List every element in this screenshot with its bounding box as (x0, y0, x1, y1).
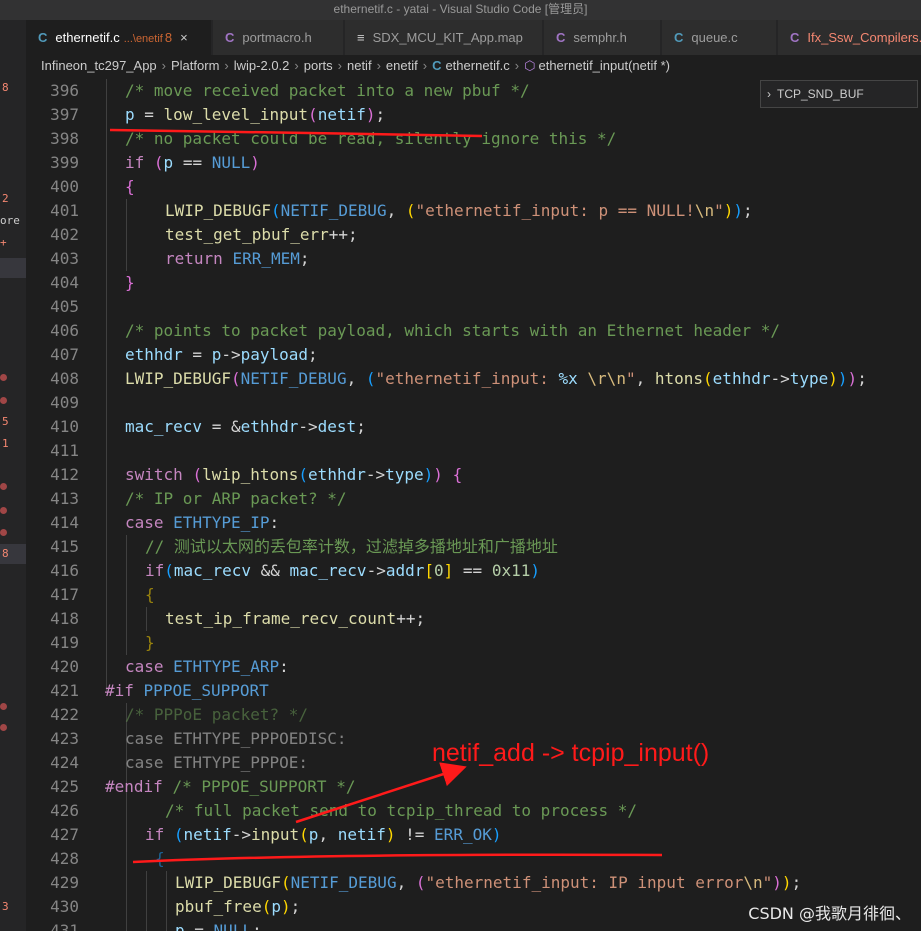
arrow-mark (295, 762, 467, 824)
underline-mark (132, 853, 663, 864)
underline-mark (109, 128, 483, 138)
annotation-marks (109, 128, 663, 864)
watermark: CSDN @我歌月徘徊、 (748, 904, 911, 923)
annotation-text: netif_add -> tcpip_input() (432, 739, 710, 767)
